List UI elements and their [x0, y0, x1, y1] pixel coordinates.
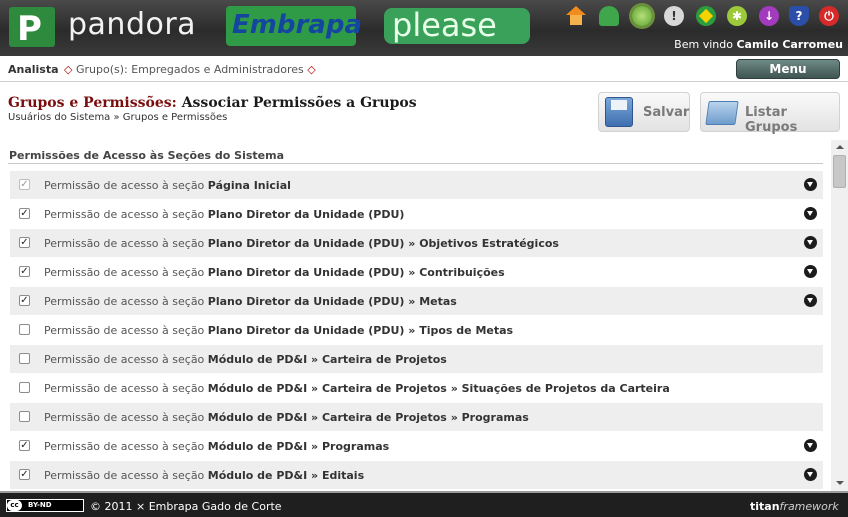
expand-down-icon[interactable] — [804, 294, 817, 307]
permission-row: ✓ Permissão de acesso à seção Página Inic… — [10, 171, 823, 199]
permission-checkbox: ✓ — [19, 179, 30, 190]
permission-checkbox[interactable]: ✓ — [19, 469, 30, 480]
expand-down-icon[interactable] — [804, 178, 817, 191]
expand-down-icon[interactable] — [804, 207, 817, 220]
permission-row: Permissão de acesso à seção Plano Direto… — [10, 316, 823, 344]
power-icon[interactable]: ⏻ — [819, 6, 839, 26]
menu-button[interactable]: Menu — [736, 59, 840, 79]
permission-checkbox[interactable] — [19, 411, 30, 422]
globe-icon[interactable] — [632, 6, 652, 26]
permission-checkbox[interactable]: ✓ — [19, 237, 30, 248]
permission-checkbox[interactable] — [19, 382, 30, 393]
list-groups-button[interactable]: Listar Grupos — [700, 92, 840, 135]
context-bar: Analista ◇ Grupo(s): Empregados e Admini… — [0, 56, 848, 82]
permissions-list: ✓ Permissão de acesso à seção Página Inic… — [10, 171, 823, 491]
home-icon[interactable] — [566, 6, 586, 26]
scroll-up-arrow-icon[interactable] — [831, 140, 848, 154]
permission-row: ✓ Permissão de acesso à seção Módulo de P… — [10, 461, 823, 489]
user-role: Analista — [8, 63, 59, 76]
permission-checkbox[interactable] — [19, 324, 30, 335]
please-logo[interactable]: please — [392, 6, 497, 44]
permission-label: Permissão de acesso à seção Página Inici… — [44, 179, 291, 192]
permission-label: Permissão de acesso à seção Módulo de PD… — [44, 353, 447, 366]
permission-label: Permissão de acesso à seção Plano Direto… — [44, 237, 559, 250]
copyright-text: © 2011 × Embrapa Gado de Corte — [90, 500, 282, 513]
permission-label: Permissão de acesso à seção Plano Direto… — [44, 324, 514, 337]
pandora-logo-icon[interactable]: P — [9, 7, 55, 49]
permission-row: ✓ Permissão de acesso à seção Plano Diret… — [10, 258, 823, 286]
save-button[interactable]: Salvar — [598, 92, 690, 132]
section-divider — [8, 163, 823, 164]
header-bar: P pandora Embrapa please ! ✱ ↓ ? ⏻ Bem v… — [0, 0, 848, 56]
user-icon[interactable] — [599, 6, 619, 26]
permission-row: Permissão de acesso à seção Módulo de PD… — [10, 374, 823, 402]
expand-down-icon[interactable] — [804, 236, 817, 249]
user-name: Camilo Carromeu — [736, 38, 843, 51]
permission-checkbox[interactable]: ✓ — [19, 440, 30, 451]
folder-icon — [705, 101, 739, 125]
expand-down-icon[interactable] — [804, 439, 817, 452]
permission-label: Permissão de acesso à seção Plano Direto… — [44, 208, 405, 221]
footer-bar: cc BY-ND © 2011 × Embrapa Gado de Corte t… — [0, 491, 848, 517]
permission-checkbox[interactable]: ✓ — [19, 266, 30, 277]
section-title: Permissões de Acesso às Seções do Sistem… — [9, 149, 285, 162]
permission-row: ✓ Permissão de acesso à seção Plano Diret… — [10, 200, 823, 228]
permission-row: ✓ Permissão de acesso à seção Plano Diret… — [10, 287, 823, 315]
alert-icon[interactable]: ! — [664, 6, 684, 26]
embrapa-logo[interactable]: Embrapa — [232, 10, 362, 40]
gear-icon[interactable]: ✱ — [727, 6, 747, 26]
expand-down-icon[interactable] — [804, 265, 817, 278]
user-groups: ◇ Grupo(s): Empregados e Administradores… — [64, 63, 316, 76]
permission-row: Permissão de acesso à seção Módulo de PD… — [10, 403, 823, 431]
welcome-message: Bem vindo Camilo Carromeu — [674, 38, 843, 51]
permission-label: Permissão de acesso à seção Plano Direto… — [44, 295, 457, 308]
scroll-down-arrow-icon[interactable] — [831, 476, 848, 490]
titan-framework-logo[interactable]: titanframework — [750, 500, 839, 513]
permission-row: ✓ Permissão de acesso à seção Módulo de P… — [10, 432, 823, 460]
app-window: P pandora Embrapa please ! ✱ ↓ ? ⏻ Bem v… — [0, 0, 848, 517]
permission-label: Permissão de acesso à seção Módulo de PD… — [44, 469, 365, 482]
help-icon[interactable]: ? — [789, 6, 809, 26]
permission-checkbox[interactable]: ✓ — [19, 208, 30, 219]
permission-label: Permissão de acesso à seção Módulo de PD… — [44, 382, 670, 395]
cc-license-badge[interactable]: cc BY-ND — [6, 499, 84, 512]
permission-label: Permissão de acesso à seção Plano Direto… — [44, 266, 505, 279]
expand-down-icon[interactable] — [804, 468, 817, 481]
permission-checkbox[interactable] — [19, 353, 30, 364]
breadcrumb[interactable]: Usuários do Sistema » Grupos e Permissõe… — [8, 112, 227, 123]
page-title: Grupos e Permissões: Associar Permissões… — [8, 95, 417, 111]
scrollbar-thumb[interactable] — [833, 155, 846, 188]
permission-checkbox[interactable]: ✓ — [19, 295, 30, 306]
permission-label: Permissão de acesso à seção Módulo de PD… — [44, 440, 390, 453]
floppy-disk-icon — [605, 97, 633, 127]
permission-label: Permissão de acesso à seção Módulo de PD… — [44, 411, 529, 424]
download-icon[interactable]: ↓ — [759, 6, 779, 26]
permission-row: ✓ Permissão de acesso à seção Plano Diret… — [10, 229, 823, 257]
brazil-flag-icon[interactable] — [696, 6, 716, 26]
scrollbar-track[interactable] — [831, 140, 848, 492]
pandora-logo-text[interactable]: pandora — [68, 7, 196, 42]
permission-row: Permissão de acesso à seção Módulo de PD… — [10, 345, 823, 373]
